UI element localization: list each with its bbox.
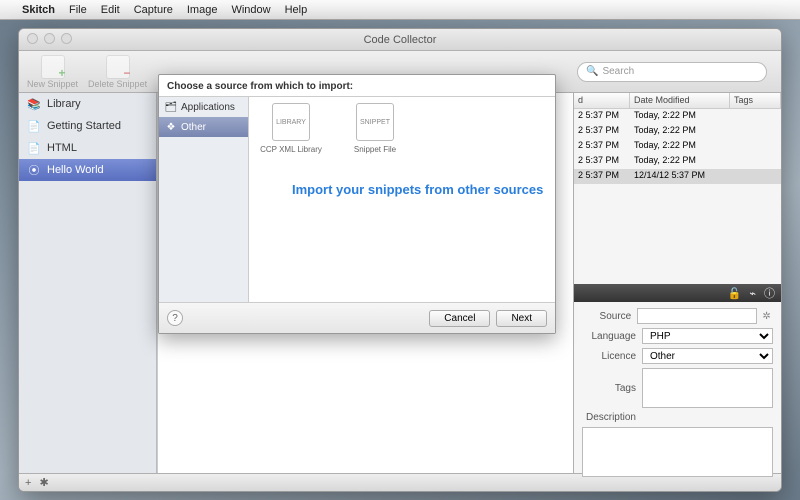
sidebar-item-label: Hello World — [47, 164, 104, 176]
menubar-edit[interactable]: Edit — [101, 4, 120, 16]
col-header[interactable]: d — [574, 93, 630, 108]
tags-input[interactable] — [642, 368, 773, 408]
dialog-footer: ? Cancel Next — [159, 303, 555, 333]
sidebar-item-getting-started[interactable]: 📄 Getting Started — [19, 115, 156, 137]
menubar-window[interactable]: Window — [231, 4, 270, 16]
table-row[interactable]: 2 5:37 PMToday, 2:22 PM — [574, 139, 781, 154]
import-option-label: CCP XML Library — [260, 145, 322, 154]
language-label: Language — [582, 331, 642, 342]
document-icon: 📄 — [27, 141, 41, 155]
other-icon: ❖ — [165, 121, 177, 133]
licence-select[interactable]: Other — [642, 348, 773, 364]
description-label: Description — [582, 412, 642, 423]
sidebar-item-html[interactable]: 📄 HTML — [19, 137, 156, 159]
dialog-source-other[interactable]: ❖ Other — [159, 117, 248, 137]
menubar-file[interactable]: File — [69, 4, 87, 16]
next-button[interactable]: Next — [496, 310, 547, 327]
menubar-capture[interactable]: Capture — [134, 4, 173, 16]
table-header: d Date Modified Tags — [574, 93, 781, 109]
help-icon[interactable]: ? — [167, 310, 183, 326]
source-input[interactable] — [637, 308, 757, 324]
library-icon: 📚 — [27, 97, 41, 111]
table-row[interactable]: 2 5:37 PMToday, 2:22 PM — [574, 109, 781, 124]
delete-snippet-label: Delete Snippet — [88, 79, 147, 89]
col-date-modified[interactable]: Date Modified — [630, 93, 730, 108]
wifi-icon[interactable]: ⌁ — [749, 287, 756, 300]
zoom-icon[interactable] — [61, 33, 72, 44]
menubar-image[interactable]: Image — [187, 4, 218, 16]
search-icon: 🔍 — [586, 66, 598, 77]
traffic-lights[interactable] — [27, 33, 72, 44]
search-input[interactable]: 🔍 Search — [577, 62, 767, 82]
action-menu-button[interactable]: ✱ — [39, 476, 48, 489]
delete-snippet-button[interactable]: Delete Snippet — [88, 55, 147, 89]
minimize-icon[interactable] — [44, 33, 55, 44]
sidebar-item-label: Library — [47, 98, 81, 110]
source-label: Source — [582, 311, 637, 322]
add-button[interactable]: + — [25, 477, 31, 489]
lock-icon[interactable]: 🔓 — [728, 287, 742, 300]
dialog-heading: Choose a source from which to import: — [159, 75, 555, 96]
import-option-label: Snippet File — [354, 145, 396, 154]
inspector-header: 🔓 ⌁ ⓘ — [574, 284, 781, 302]
tags-label: Tags — [582, 383, 642, 394]
dialog-sidebar: 🗂 Applications ❖ Other — [159, 97, 249, 302]
import-option-snippet-file[interactable]: SNIPPET Snippet File — [339, 103, 411, 154]
import-dialog: Choose a source from which to import: 🗂 … — [158, 74, 556, 334]
sidebar-item-label: HTML — [47, 142, 77, 154]
menubar-help[interactable]: Help — [285, 4, 308, 16]
titlebar: Code Collector — [19, 29, 781, 51]
table-row[interactable]: 2 5:37 PMToday, 2:22 PM — [574, 154, 781, 169]
new-snippet-label: New Snippet — [27, 79, 78, 89]
window-title: Code Collector — [364, 34, 437, 46]
inspector: Source ✲ Language PHP Licence Other Tags — [574, 302, 781, 487]
right-panel: d Date Modified Tags 2 5:37 PMToday, 2:2… — [573, 93, 781, 473]
dialog-content: LIBRARY CCP XML Library SNIPPET Snippet … — [249, 97, 555, 302]
dot-icon: ⦿ — [27, 163, 41, 177]
sidebar-item-label: Getting Started — [47, 120, 121, 132]
search-placeholder: Search — [602, 66, 634, 77]
table-row[interactable]: 2 5:37 PM12/14/12 5:37 PM — [574, 169, 781, 184]
snippet-file-icon: SNIPPET — [356, 103, 394, 141]
document-icon: 📄 — [27, 119, 41, 133]
library-file-icon: LIBRARY — [272, 103, 310, 141]
sidebar-item-library[interactable]: 📚 Library — [19, 93, 156, 115]
import-option-ccp-xml[interactable]: LIBRARY CCP XML Library — [255, 103, 327, 154]
mac-menubar: Skitch File Edit Capture Image Window He… — [0, 0, 800, 20]
description-input[interactable] — [582, 427, 773, 477]
sidebar-item-hello-world[interactable]: ⦿ Hello World — [19, 159, 156, 181]
language-select[interactable]: PHP — [642, 328, 773, 344]
dialog-source-applications[interactable]: 🗂 Applications — [159, 97, 248, 117]
menubar-app[interactable]: Skitch — [22, 4, 55, 16]
cancel-button[interactable]: Cancel — [429, 310, 490, 327]
document-plus-icon — [41, 55, 65, 79]
col-tags[interactable]: Tags — [730, 93, 781, 108]
sidebar: 📚 Library 📄 Getting Started 📄 HTML ⦿ Hel… — [19, 93, 157, 473]
document-minus-icon — [106, 55, 130, 79]
table-row[interactable]: 2 5:37 PMToday, 2:22 PM — [574, 124, 781, 139]
info-icon[interactable]: ⓘ — [764, 285, 775, 301]
new-snippet-button[interactable]: New Snippet — [27, 55, 78, 89]
dialog-source-label: Applications — [181, 102, 235, 113]
licence-label: Licence — [582, 351, 642, 362]
close-icon[interactable] — [27, 33, 38, 44]
applications-icon: 🗂 — [165, 101, 177, 113]
dialog-source-label: Other — [181, 122, 206, 133]
gear-icon[interactable]: ✲ — [760, 309, 773, 323]
